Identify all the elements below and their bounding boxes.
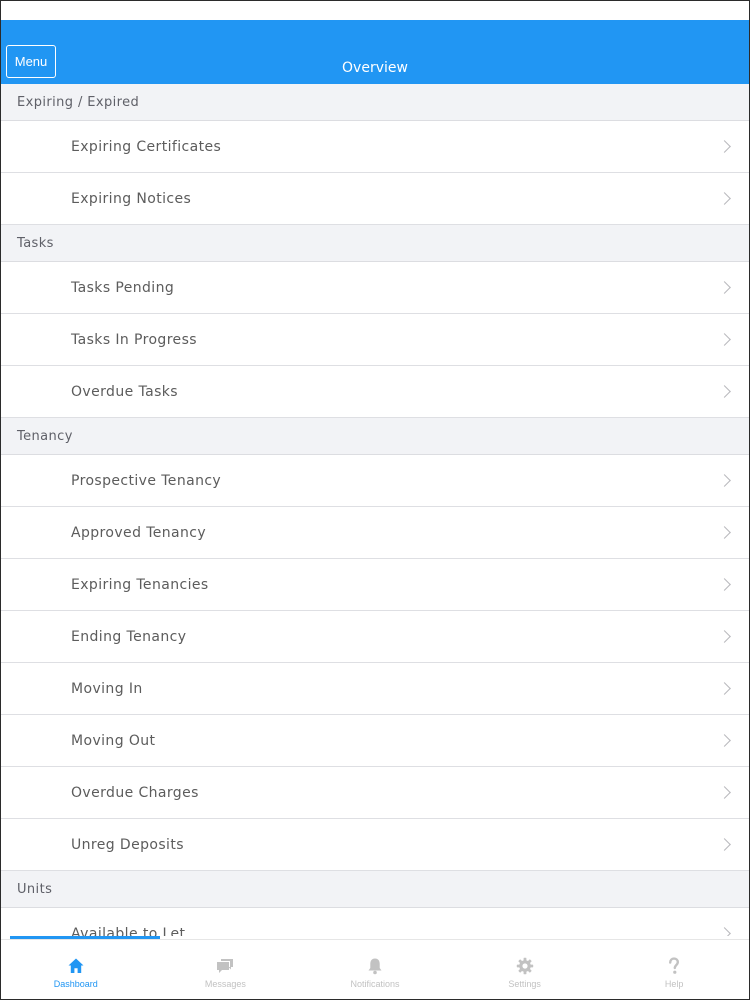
navigation-bar: Menu Overview — [1, 20, 749, 84]
tab-notifications[interactable]: Notifications — [300, 940, 450, 999]
tab-label: Messages — [204, 979, 246, 989]
tab-dashboard[interactable]: Dashboard — [1, 940, 151, 999]
chevron-right-icon — [718, 280, 731, 294]
list-item-tasks-in-progress[interactable]: Tasks In Progress — [1, 314, 749, 366]
chevron-right-icon — [718, 837, 731, 851]
gear-icon — [516, 957, 533, 975]
chevron-right-icon — [718, 785, 731, 799]
menu-button[interactable]: Menu — [6, 45, 56, 78]
chevron-right-icon — [718, 577, 731, 591]
tab-settings[interactable]: Settings — [450, 940, 600, 999]
tab-help[interactable]: Help — [599, 940, 749, 999]
chat-bubbles-icon — [217, 959, 234, 973]
list-item-label: Overdue Charges — [71, 784, 199, 801]
list-item-overdue-tasks[interactable]: Overdue Tasks — [1, 366, 749, 418]
section-header-units: Units — [1, 871, 749, 908]
list-item-label: Ending Tenancy — [71, 628, 187, 645]
tab-label: Notifications — [350, 979, 400, 989]
list-item-label: Expiring Tenancies — [71, 576, 209, 593]
home-icon — [68, 958, 84, 973]
chevron-right-icon — [718, 681, 731, 695]
tab-messages[interactable]: Messages — [151, 940, 301, 999]
list-item-available-to-let[interactable]: Available to Let — [1, 908, 749, 938]
list-item-label: Moving Out — [71, 732, 156, 749]
list-item-expiring-notices[interactable]: Expiring Notices — [1, 173, 749, 225]
list-item-prospective-tenancy[interactable]: Prospective Tenancy — [1, 455, 749, 507]
chevron-right-icon — [718, 332, 731, 346]
section-header-expiring: Expiring / Expired — [1, 84, 749, 121]
chevron-right-icon — [718, 191, 731, 205]
chevron-right-icon — [718, 139, 731, 153]
list-item-overdue-charges[interactable]: Overdue Charges — [1, 767, 749, 819]
section-header-tenancy: Tenancy — [1, 418, 749, 455]
list-item-tasks-pending[interactable]: Tasks Pending — [1, 262, 749, 314]
page-title: Overview — [342, 60, 408, 76]
section-header-tasks: Tasks — [1, 225, 749, 262]
chevron-right-icon — [718, 384, 731, 398]
chevron-right-icon — [718, 473, 731, 487]
list-item-label: Expiring Certificates — [71, 138, 222, 155]
list-item-label: Tasks In Progress — [71, 331, 197, 348]
chevron-right-icon — [718, 525, 731, 539]
tab-label: Settings — [508, 979, 541, 989]
tab-label: Help — [664, 979, 684, 989]
list-item-label: Tasks Pending — [71, 279, 175, 296]
list-item-ending-tenancy[interactable]: Ending Tenancy — [1, 611, 749, 663]
list-item-label: Overdue Tasks — [71, 383, 178, 400]
list-item-moving-in[interactable]: Moving In — [1, 663, 749, 715]
list-item-label: Unreg Deposits — [71, 836, 184, 853]
overview-list[interactable]: Expiring / Expired Expiring Certificates… — [1, 84, 749, 938]
list-item-label: Approved Tenancy — [71, 524, 207, 541]
question-mark-icon — [669, 957, 680, 974]
list-item-expiring-tenancies[interactable]: Expiring Tenancies — [1, 559, 749, 611]
tab-label: Dashboard — [53, 979, 98, 989]
list-item-unreg-deposits[interactable]: Unreg Deposits — [1, 819, 749, 871]
list-item-expiring-certificates[interactable]: Expiring Certificates — [1, 121, 749, 173]
chevron-right-icon — [718, 733, 731, 747]
tab-bar: Dashboard Messages Notifications Setting… — [1, 939, 749, 999]
status-strip — [1, 1, 749, 20]
bell-icon — [368, 958, 382, 975]
list-item-approved-tenancy[interactable]: Approved Tenancy — [1, 507, 749, 559]
list-item-moving-out[interactable]: Moving Out — [1, 715, 749, 767]
list-item-label: Prospective Tenancy — [71, 472, 222, 489]
list-item-label: Expiring Notices — [71, 190, 192, 207]
list-item-label: Moving In — [71, 680, 143, 697]
app-window: Menu Overview Expiring / Expired Expirin… — [0, 0, 750, 1000]
chevron-right-icon — [718, 629, 731, 643]
